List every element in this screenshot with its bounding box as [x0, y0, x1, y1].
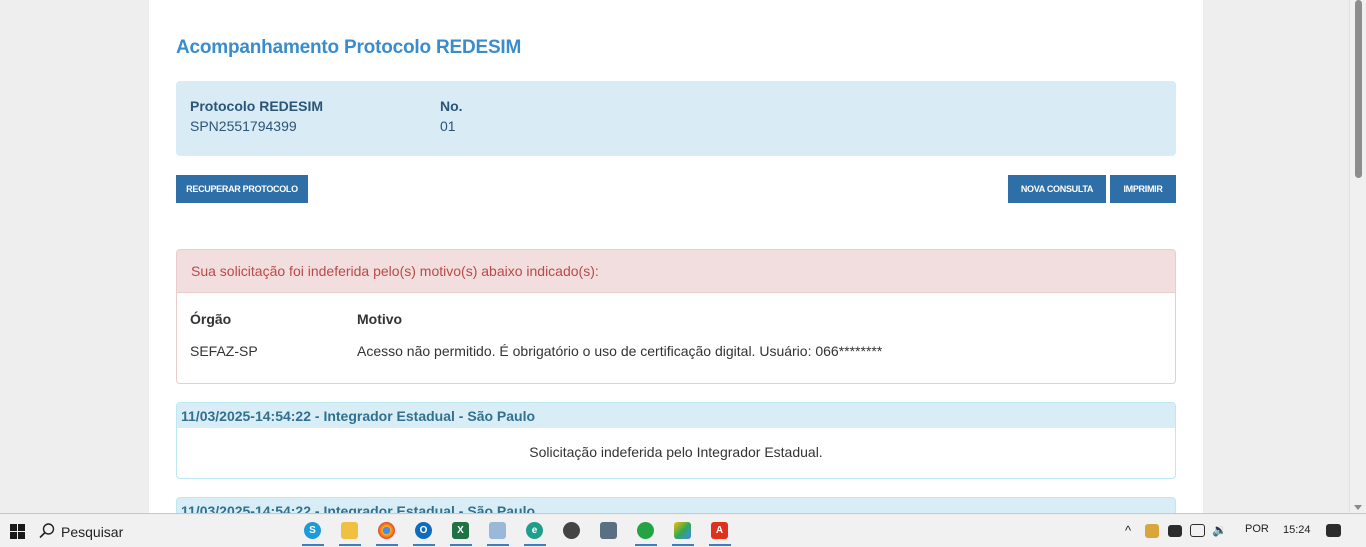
system-clock[interactable]: 15:24 [1283, 524, 1311, 536]
recover-protocol-button[interactable]: RECUPERAR PROTOCOLO [176, 175, 308, 203]
active-app-indicator [635, 544, 657, 546]
windows-taskbar: Pesquisar S O X e A ^ 🔉 POR 15:24 [0, 515, 1366, 547]
taskbar-search-input[interactable]: Pesquisar [61, 524, 123, 540]
active-app-indicator [524, 544, 546, 546]
organ-value: SEFAZ-SP [190, 343, 258, 359]
active-app-indicator [672, 544, 694, 546]
outlook-icon[interactable]: O [415, 522, 432, 539]
notepad-icon[interactable] [489, 522, 506, 539]
page-title: Acompanhamento Protocolo REDESIM [176, 37, 522, 58]
people-icon[interactable] [563, 522, 580, 539]
organ-column-header: Órgão [190, 311, 232, 327]
whatsapp-icon[interactable] [637, 522, 654, 539]
battery-icon[interactable] [1168, 525, 1182, 537]
excel-icon[interactable]: X [452, 522, 469, 539]
browser-viewport: Acompanhamento Protocolo REDESIM Protoco… [0, 0, 1366, 514]
alert-message: Sua solicitação foi indeferida pelo(s) m… [177, 250, 1175, 293]
protocol-no-label: No. [440, 98, 463, 114]
protocol-label: Protocolo REDESIM [190, 98, 324, 114]
tray-app-icon[interactable] [1145, 524, 1159, 538]
volume-icon[interactable]: 🔉 [1212, 523, 1227, 537]
active-app-indicator [376, 544, 398, 546]
edge-icon[interactable]: e [526, 522, 543, 539]
notification-center-icon[interactable] [1326, 524, 1341, 537]
new-query-button[interactable]: NOVA CONSULTA [1008, 175, 1106, 203]
active-app-indicator [339, 544, 361, 546]
reason-value: Acesso não permitido. É obrigatório o us… [357, 343, 883, 359]
event-panel: 11/03/2025-14:54:22 - Integrador Estadua… [176, 402, 1176, 479]
active-app-indicator [413, 544, 435, 546]
active-app-indicator [450, 544, 472, 546]
event-panel: 11/03/2025-14:54:22 - Integrador Estadua… [176, 497, 1176, 513]
scroll-down-arrow-icon[interactable] [1354, 505, 1362, 510]
reason-column-header: Motivo [357, 311, 403, 327]
protocol-value: SPN2551794399 [190, 118, 297, 134]
language-indicator[interactable]: POR [1245, 523, 1269, 535]
event-header: 11/03/2025-14:54:22 - Integrador Estadua… [177, 498, 1175, 513]
file-explorer-icon[interactable] [341, 522, 358, 539]
event-header: 11/03/2025-14:54:22 - Integrador Estadua… [177, 403, 1175, 428]
network-icon[interactable] [1190, 524, 1205, 537]
acrobat-icon[interactable]: A [711, 522, 728, 539]
tray-chevron-up-icon[interactable]: ^ [1125, 523, 1131, 538]
skype-icon[interactable]: S [304, 522, 321, 539]
protocol-info-box: Protocolo REDESIM SPN2551794399 No. 01 [176, 81, 1176, 156]
active-app-indicator [487, 544, 509, 546]
search-icon[interactable] [38, 522, 56, 540]
active-app-indicator [302, 544, 324, 546]
windows-start-icon[interactable] [10, 524, 25, 539]
protocol-no-value: 01 [440, 118, 456, 134]
drive-icon[interactable] [674, 522, 691, 539]
active-app-indicator [709, 544, 731, 546]
scrollbar-thumb[interactable] [1355, 0, 1362, 178]
event-body: Solicitação indeferida pelo Integrador E… [529, 444, 823, 460]
calculator-icon[interactable] [600, 522, 617, 539]
chrome-icon[interactable] [378, 522, 395, 539]
page-content: Acompanhamento Protocolo REDESIM Protoco… [149, 0, 1203, 513]
vertical-scrollbar[interactable] [1349, 0, 1366, 513]
rejection-alert: Sua solicitação foi indeferida pelo(s) m… [176, 249, 1176, 384]
print-button[interactable]: IMPRIMIR [1110, 175, 1176, 203]
